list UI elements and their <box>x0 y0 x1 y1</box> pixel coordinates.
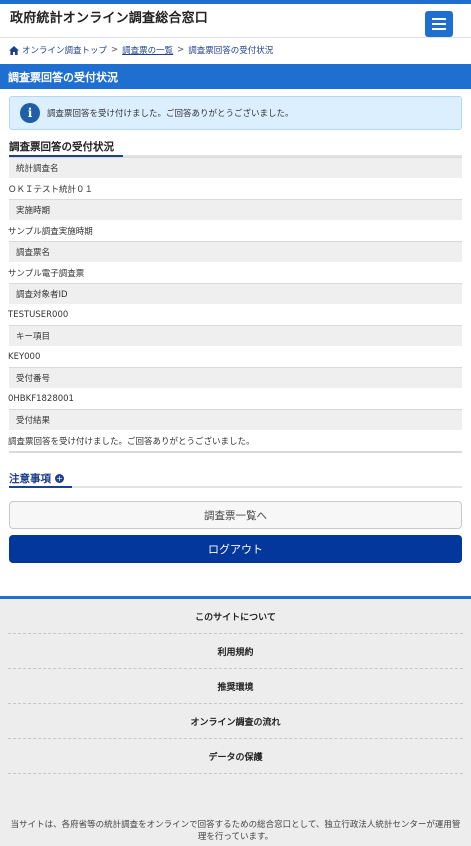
detail-value-result: 調査票回答を受け付けました。ご回答ありがとうございました。 <box>8 436 255 447</box>
breadcrumb: オンライン調査トップ > 調査票の一覧 > 調査票回答の受付状況 <box>0 38 471 62</box>
receipt-details: 統計調査名 ＯＫＩテスト統計０１ 実施時期 サンプル調査実施時期 調査票名 サン… <box>8 157 462 453</box>
logout-button[interactable]: ログアウト <box>9 535 462 563</box>
detail-label-period: 実施時期 <box>9 199 462 220</box>
site-header: 政府統計オンライン調査総合窓口 <box>0 4 471 38</box>
menu-button[interactable] <box>425 11 453 37</box>
breadcrumb-separator: > <box>177 45 185 55</box>
detail-label-form-name: 調査票名 <box>9 241 462 262</box>
detail-value-key-item: KEY000 <box>8 351 41 362</box>
footer-note: 当サイトは、各府省等の統計調査をオンラインで回答するための総合窓口として、独立行… <box>10 820 461 842</box>
section-title: 調査票回答の受付状況 <box>9 139 462 157</box>
info-icon: i <box>20 103 40 123</box>
site-footer: このサイトについて 利用規約 推奨環境 オンライン調査の流れ データの保護 当サ… <box>0 596 471 846</box>
breadcrumb-survey-list[interactable]: 調査票の一覧 <box>122 44 173 56</box>
detail-value-period: サンプル調査実施時期 <box>8 226 93 237</box>
footer-link-flow[interactable]: オンライン調査の流れ <box>8 704 463 739</box>
notes-toggle[interactable]: 注意事項 + <box>9 471 462 488</box>
plus-circle-icon[interactable]: + <box>55 474 64 483</box>
breadcrumb-home[interactable]: オンライン調査トップ <box>9 44 107 56</box>
page-heading: 調査票回答の受付状況 <box>0 64 471 89</box>
info-message-box: i 調査票回答を受け付けました。ご回答ありがとうございました。 <box>9 96 462 130</box>
section-title-text: 調査票回答の受付状況 <box>9 141 114 153</box>
survey-list-button[interactable]: 調査票一覧へ <box>9 501 462 529</box>
info-message: 調査票回答を受け付けました。ご回答ありがとうございました。 <box>47 109 294 119</box>
detail-value-survey-name: ＯＫＩテスト統計０１ <box>8 184 94 195</box>
detail-value-receipt-number: 0HBKF1828001 <box>8 393 74 404</box>
detail-label-key-item: キー項目 <box>9 325 462 346</box>
notes-title-underline <box>9 486 72 488</box>
section-title-underline <box>9 155 123 157</box>
notes-title[interactable]: 注意事項 <box>9 471 51 486</box>
footer-link-about[interactable]: このサイトについて <box>8 599 463 634</box>
home-icon <box>9 45 19 55</box>
footer-links: このサイトについて 利用規約 推奨環境 オンライン調査の流れ データの保護 <box>0 599 471 774</box>
detail-value-form-name: サンプル電子調査票 <box>8 268 85 279</box>
breadcrumb-home-label[interactable]: オンライン調査トップ <box>22 44 107 56</box>
hamburger-menu-icon <box>432 18 446 30</box>
footer-link-data-protection[interactable]: データの保護 <box>8 739 463 774</box>
breadcrumb-separator: > <box>111 45 119 55</box>
detail-value-respondent-id: TESTUSER000 <box>8 309 69 320</box>
footer-link-terms[interactable]: 利用規約 <box>8 634 463 669</box>
detail-label-receipt-number: 受付番号 <box>9 367 462 388</box>
site-title[interactable]: 政府統計オンライン調査総合窓口 <box>10 7 208 26</box>
detail-label-survey-name: 統計調査名 <box>9 157 462 178</box>
breadcrumb-current: 調査票回答の受付状況 <box>188 46 274 56</box>
detail-label-result: 受付結果 <box>9 409 462 430</box>
detail-label-respondent-id: 調査対象者ID <box>9 283 462 304</box>
footer-link-environment[interactable]: 推奨環境 <box>8 669 463 704</box>
